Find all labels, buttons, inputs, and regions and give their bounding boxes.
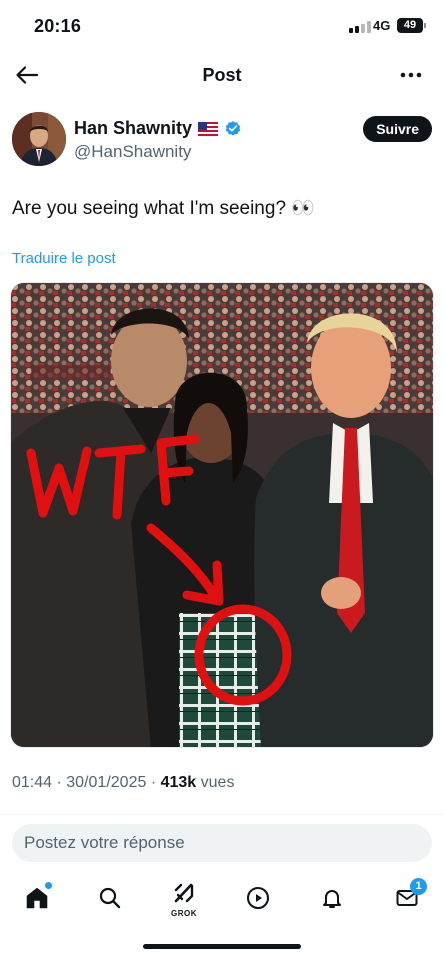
nav-grok[interactable]: GROK xyxy=(166,880,202,918)
translate-post-link[interactable]: Traduire le post xyxy=(12,250,116,267)
page-title: Post xyxy=(202,65,242,85)
status-bar: 20:16 4G 49 xyxy=(0,0,444,52)
views-count: 413k xyxy=(160,774,197,791)
network-type: 4G xyxy=(373,18,391,33)
divider xyxy=(0,814,444,815)
author-handle[interactable]: @HanShawnity xyxy=(74,142,191,162)
post-image[interactable] xyxy=(10,282,434,748)
signal-icon xyxy=(349,21,371,33)
search-icon xyxy=(99,887,121,909)
post-time: 01:44 xyxy=(12,774,53,791)
more-options-button[interactable] xyxy=(396,62,426,88)
meta-separator: · xyxy=(150,774,157,791)
views-label: vues xyxy=(200,774,235,791)
home-icon xyxy=(26,887,48,909)
messages-badge: 1 xyxy=(410,878,427,895)
author-display-name[interactable]: Han Shawnity xyxy=(74,118,242,139)
status-time: 20:16 xyxy=(34,16,82,36)
more-horizontal-icon xyxy=(400,72,422,78)
meta-separator: · xyxy=(56,774,62,791)
bottom-navigation: GROK 1 xyxy=(0,872,444,922)
author-name-text: Han Shawnity xyxy=(74,118,193,138)
nav-video[interactable] xyxy=(240,880,276,916)
post-meta: 01:44 · 30/01/2025 · 413k vues xyxy=(12,774,234,792)
bell-icon xyxy=(323,890,341,908)
battery-tip xyxy=(424,23,426,28)
play-circle-icon xyxy=(246,886,270,910)
reply-input[interactable]: Postez votre réponse xyxy=(12,824,432,862)
nav-notifications[interactable] xyxy=(314,880,350,916)
nav-search[interactable] xyxy=(92,880,128,916)
follow-button[interactable]: Suivre xyxy=(363,116,432,142)
home-unread-dot xyxy=(45,882,52,889)
battery-icon: 49 xyxy=(397,18,423,33)
post-text: Are you seeing what I'm seeing? 👀 xyxy=(12,198,315,219)
grok-label: GROK xyxy=(171,909,197,918)
us-flag-icon xyxy=(198,121,219,136)
grok-icon xyxy=(174,883,194,903)
nav-home[interactable] xyxy=(19,880,55,916)
post-photo xyxy=(11,283,433,747)
post-author: Han Shawnity @HanShawnity Suivre xyxy=(12,112,432,168)
avatar[interactable] xyxy=(12,112,66,166)
post-header: Post xyxy=(0,52,444,98)
post-date: 30/01/2025 xyxy=(66,774,147,791)
avatar-photo xyxy=(12,112,66,166)
verified-badge-icon xyxy=(225,120,241,136)
home-indicator[interactable] xyxy=(143,944,301,949)
nav-messages[interactable]: 1 xyxy=(389,878,427,916)
